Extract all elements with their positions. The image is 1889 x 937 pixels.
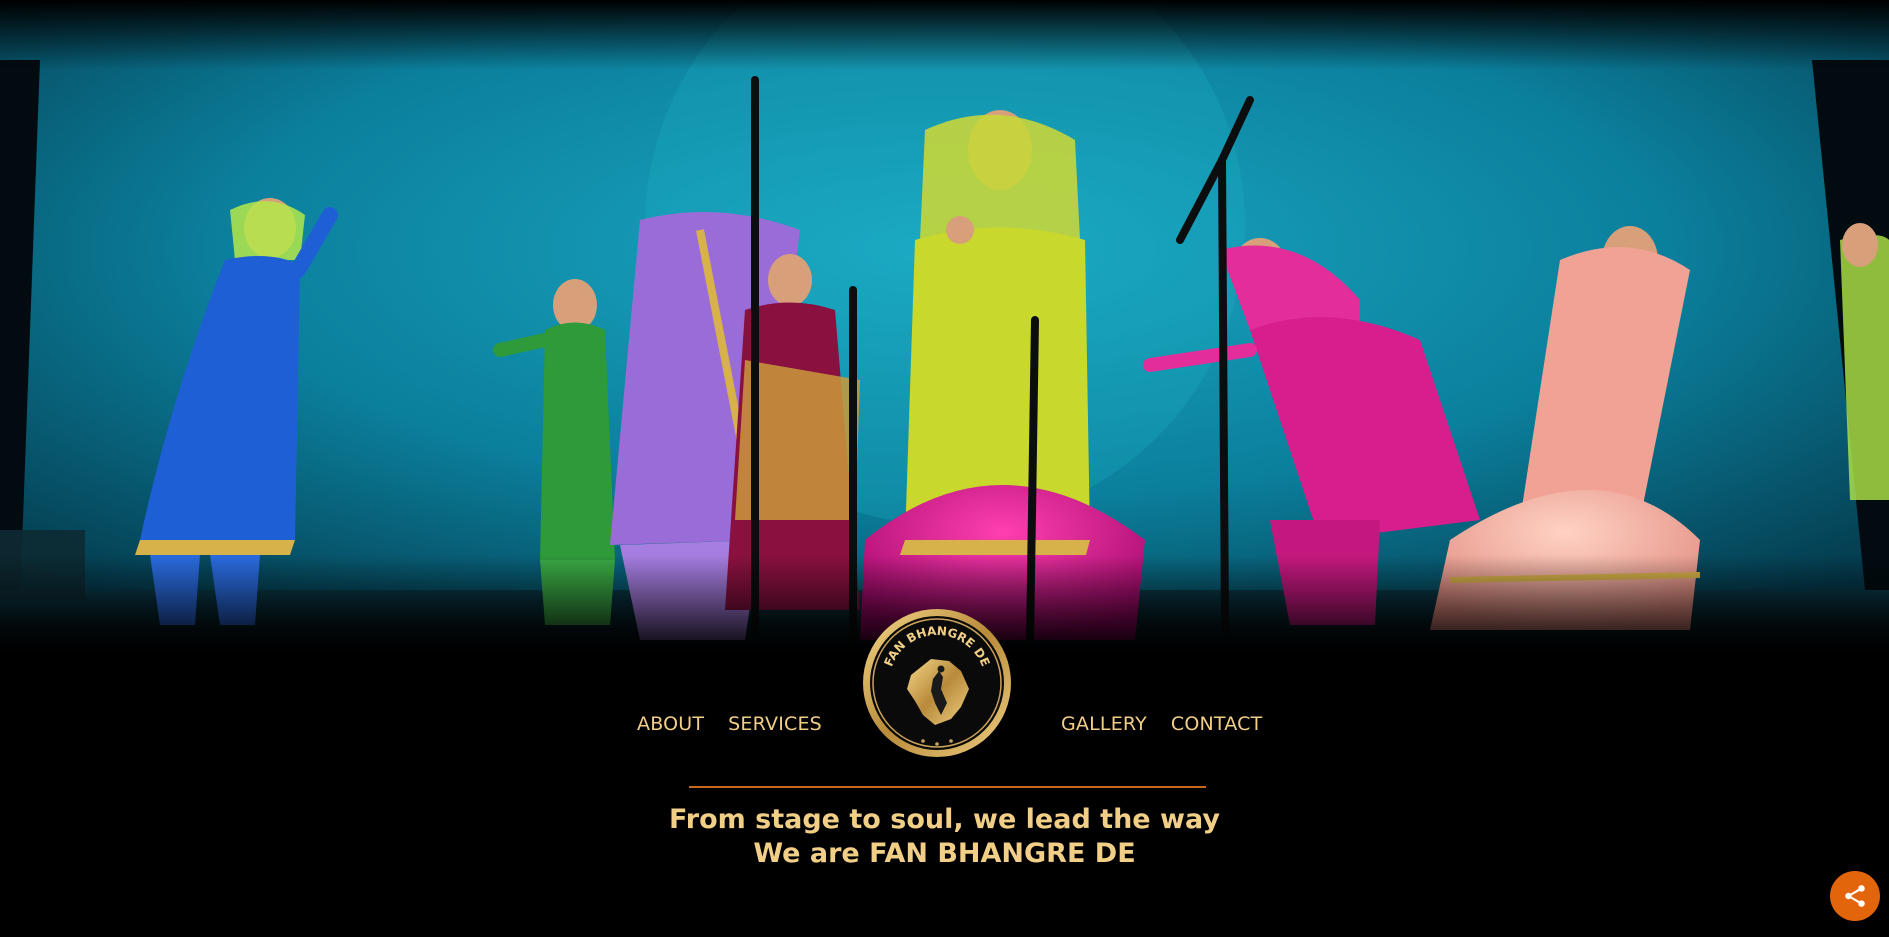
page: ABOUT SERVICES FAN BHANGRE DE GALLERY CO… — [0, 0, 1889, 937]
nav-right: GALLERY CONTACT — [1061, 700, 1262, 748]
share-icon — [1845, 885, 1865, 907]
nav-link-gallery[interactable]: GALLERY — [1061, 713, 1147, 735]
logo[interactable]: FAN BHANGRE DE — [861, 607, 1013, 759]
nav-link-about[interactable]: ABOUT — [637, 713, 704, 735]
tagline-line-2: We are FAN BHANGRE DE — [753, 838, 1136, 869]
punjab-map-dancer-icon: FAN BHANGRE DE — [863, 609, 1011, 757]
nav-left: ABOUT SERVICES — [637, 700, 822, 748]
nav-link-contact[interactable]: CONTACT — [1171, 713, 1263, 735]
hero-stage-illustration — [0, 0, 1889, 655]
hero-banner-image — [0, 0, 1889, 655]
tagline-line-1: From stage to soul, we lead the way — [669, 804, 1220, 835]
divider — [689, 786, 1206, 788]
share-button[interactable] — [1830, 871, 1880, 921]
nav-link-services[interactable]: SERVICES — [728, 713, 822, 735]
